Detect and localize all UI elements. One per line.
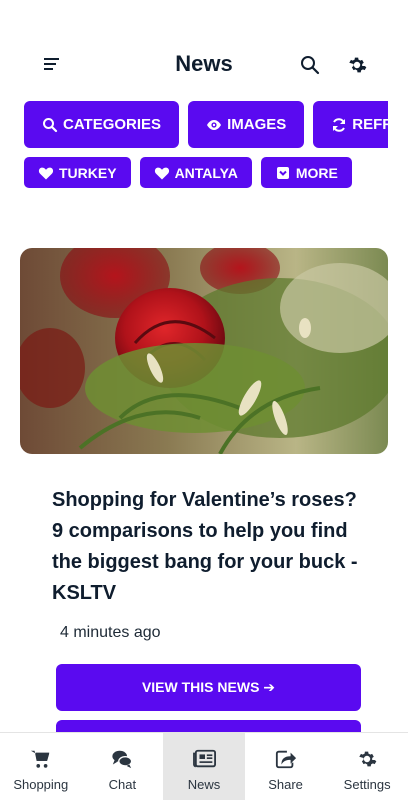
more-chip-label: MORE: [295, 164, 338, 181]
tab-settings-label: Settings: [343, 777, 391, 792]
categories-chip-label: CATEGORIES: [63, 116, 162, 133]
tab-chat[interactable]: Chat: [82, 733, 164, 800]
bottom-tabbar: Shopping Chat News Share Settings: [0, 732, 408, 800]
app-header: News: [0, 44, 408, 86]
turkey-chip-label: TURKEY: [59, 164, 117, 181]
chat-icon: [111, 748, 133, 770]
refresh-chip[interactable]: REFRESH: [313, 101, 388, 148]
refresh-chip-label: REFRESH: [352, 116, 388, 133]
more-chip[interactable]: MORE: [260, 157, 352, 188]
turkey-chip[interactable]: TURKEY: [24, 157, 131, 188]
tab-share[interactable]: Share: [245, 733, 327, 800]
tab-news[interactable]: News: [163, 733, 245, 800]
heart-icon: [38, 165, 54, 181]
gear-icon: [356, 748, 378, 770]
tab-shopping[interactable]: Shopping: [0, 733, 82, 800]
view-news-button[interactable]: VIEW THIS NEWS ➔: [56, 664, 361, 711]
heart-icon: [154, 165, 170, 181]
article-image[interactable]: [20, 248, 388, 454]
antalya-chip[interactable]: ANTALYA: [139, 157, 252, 188]
antalya-chip-label: ANTALYA: [174, 164, 238, 181]
chevron-box-icon: [275, 165, 291, 181]
share-icon: [275, 748, 297, 770]
tab-news-label: News: [187, 777, 221, 792]
search-icon: [42, 117, 58, 133]
eye-icon: [206, 117, 222, 133]
newspaper-icon: [193, 748, 216, 770]
article-headline[interactable]: Shopping for Valentine’s roses? 9 compar…: [52, 485, 362, 609]
tab-chat-label: Chat: [108, 777, 137, 792]
categories-chip[interactable]: CATEGORIES: [24, 101, 180, 148]
cart-icon: [30, 748, 52, 770]
tab-settings[interactable]: Settings: [326, 733, 408, 800]
filter-chips: CATEGORIES IMAGES REFRESH TURKEY ANTALYA: [24, 101, 388, 201]
refresh-icon: [331, 117, 347, 133]
article-timestamp: 4 minutes ago: [60, 624, 161, 641]
search-icon[interactable]: [298, 53, 322, 77]
images-chip[interactable]: IMAGES: [188, 101, 305, 148]
gear-icon[interactable]: [346, 54, 368, 76]
tab-share-label: Share: [268, 777, 303, 792]
tab-shopping-label: Shopping: [13, 777, 69, 792]
images-chip-label: IMAGES: [227, 116, 287, 133]
